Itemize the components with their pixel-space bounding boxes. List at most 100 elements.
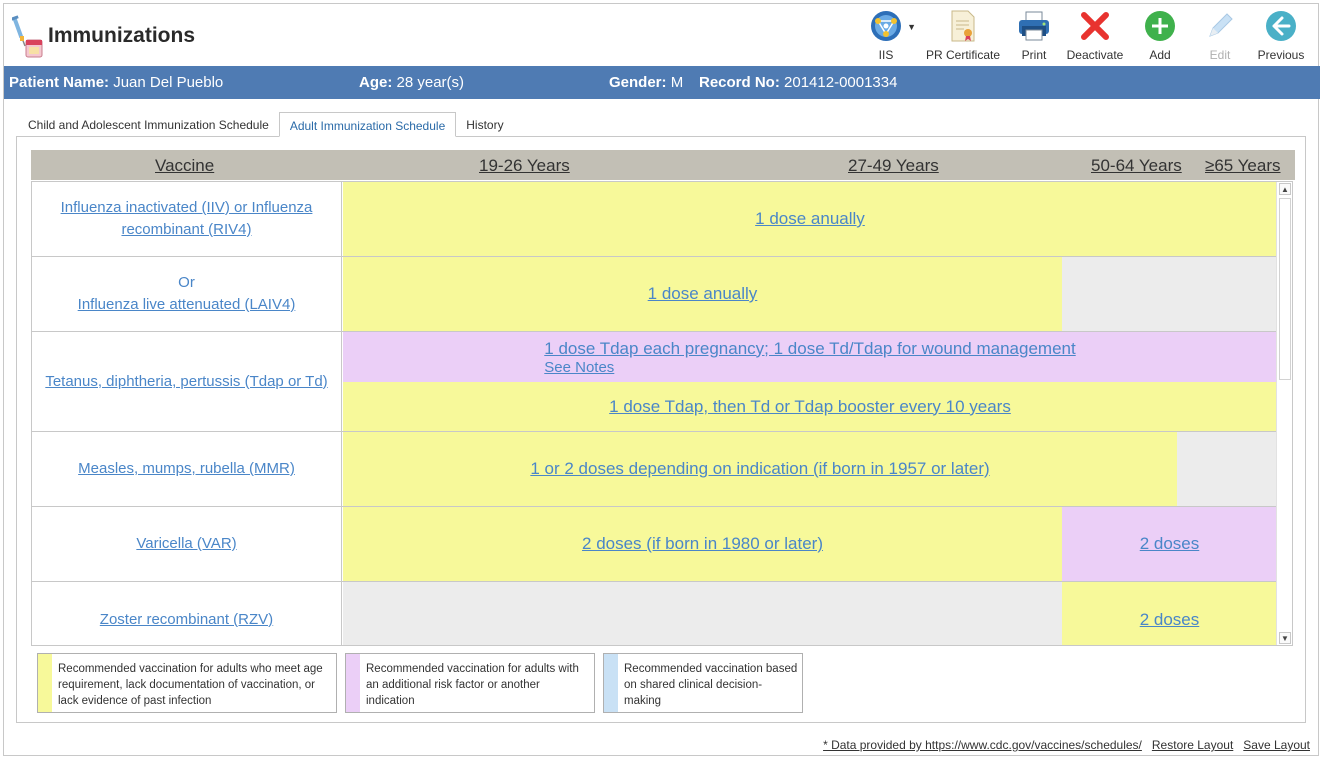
dose-band-risk: 1 dose Tdap each pregnancy; 1 dose Td/Td… [343, 332, 1277, 382]
dose-band-risk: 2 doses [1062, 507, 1277, 581]
syringe-vial-icon [11, 14, 44, 58]
dose-band: 2 doses [1062, 582, 1277, 645]
iis-label: IIS [878, 48, 894, 62]
legend-text: Recommended vaccination for adults who m… [58, 663, 323, 707]
patient-age: Age: 28 year(s) [359, 74, 465, 91]
legend-text: Recommended vaccination for adults with … [366, 663, 579, 707]
table-row: Influenza inactivated (IIV) or Influenza… [32, 182, 1277, 257]
dose-link[interactable]: 1 or 2 doses depending on indication (if… [530, 459, 989, 479]
dose-band: 1 dose Tdap, then Td or Tdap booster eve… [343, 382, 1277, 431]
not-applicable-band [1177, 432, 1277, 506]
print-label: Print [1021, 48, 1047, 62]
dose-band: 2 doses (if born in 1980 or later) [343, 507, 1062, 581]
header-50-64-years[interactable]: 50-64 Years [1091, 156, 1182, 176]
vaccine-link-tdap[interactable]: Tetanus, diphtheria, pertussis (Tdap or … [45, 371, 327, 393]
tab-child-adolescent-schedule[interactable]: Child and Adolescent Immunization Schedu… [18, 112, 279, 137]
tab-adult-schedule[interactable]: Adult Immunization Schedule [278, 112, 457, 137]
dose-link[interactable]: 1 dose anually [648, 284, 758, 304]
schedule-header-row: Vaccine 19-26 Years 27-49 Years 50-64 Ye… [31, 150, 1295, 180]
add-label: Add [1149, 48, 1171, 62]
dose-band: 1 dose anually [343, 257, 1062, 331]
page-title: Immunizations [48, 24, 196, 47]
table-row: Zoster recombinant (RZV) 2 doses [32, 582, 1277, 645]
edit-button[interactable]: Edit [1192, 8, 1248, 64]
print-button[interactable]: Print [1006, 8, 1062, 64]
header-27-49-years[interactable]: 27-49 Years [848, 156, 939, 176]
patient-info-bar: Patient Name: Juan Del Pueblo Age: 28 ye… [4, 66, 1320, 99]
certificate-icon [945, 8, 981, 44]
patient-name: Patient Name: Juan Del Pueblo [9, 74, 224, 91]
pr-certificate-label: PR Certificate [925, 48, 1001, 62]
legend-item-yellow: Recommended vaccination for adults who m… [37, 653, 337, 713]
not-applicable-band [1062, 257, 1277, 331]
dose-band-content: 1 dose Tdap each pregnancy; 1 dose Td/Td… [544, 339, 1075, 376]
vaccine-link-influenza-inactivated[interactable]: Influenza inactivated (IIV) or Influenza… [52, 197, 321, 241]
not-applicable-band [343, 582, 1062, 645]
header-vaccine[interactable]: Vaccine [155, 156, 214, 176]
legend-item-purple: Recommended vaccination for adults with … [345, 653, 595, 713]
restore-layout-link[interactable]: Restore Layout [1152, 738, 1233, 752]
patient-gender: Gender: M [609, 74, 684, 91]
printer-icon [1016, 8, 1052, 44]
vaccine-cell: Influenza inactivated (IIV) or Influenza… [32, 182, 342, 256]
pencil-icon [1202, 8, 1238, 44]
tab-history[interactable]: History [456, 112, 513, 137]
header-65-plus-years[interactable]: ≥65 Years [1205, 156, 1281, 176]
immunizations-window: Immunizations ▼ IIS PR Certificate Print… [3, 3, 1320, 756]
vaccine-cell: Or Influenza live attenuated (LAIV4) [32, 257, 342, 331]
header-19-26-years[interactable]: 19-26 Years [479, 156, 570, 176]
schedule-tabs: Child and Adolescent Immunization Schedu… [18, 112, 514, 137]
vaccine-cell: Tetanus, diphtheria, pertussis (Tdap or … [32, 332, 342, 431]
legend-item-blue: Recommended vaccination based on shared … [603, 653, 803, 713]
dose-link[interactable]: 2 doses [1140, 610, 1200, 630]
vertical-scrollbar[interactable]: ▲ ▼ [1276, 182, 1292, 645]
dose-link[interactable]: 1 dose Tdap each pregnancy; 1 dose Td/Td… [544, 339, 1075, 358]
table-row: Or Influenza live attenuated (LAIV4) 1 d… [32, 257, 1277, 332]
vaccine-cell: Measles, mumps, rubella (MMR) [32, 432, 342, 506]
red-x-icon [1077, 8, 1113, 44]
deactivate-label: Deactivate [1066, 48, 1124, 62]
dose-band: 1 dose anually [343, 182, 1277, 256]
header: Immunizations ▼ IIS PR Certificate Print… [4, 4, 1320, 66]
deactivate-button[interactable]: Deactivate [1062, 8, 1128, 64]
dose-band: 1 or 2 doses depending on indication (if… [343, 432, 1177, 506]
scrollbar-thumb[interactable] [1279, 198, 1291, 380]
add-button[interactable]: Add [1128, 8, 1192, 64]
schedule-panel: Vaccine 19-26 Years 27-49 Years 50-64 Ye… [16, 136, 1306, 723]
legend-swatch [604, 654, 618, 712]
vaccine-link-varicella[interactable]: Varicella (VAR) [136, 533, 236, 555]
dose-link[interactable]: 2 doses [1140, 534, 1200, 554]
cdc-source-link[interactable]: * Data provided by https://www.cdc.gov/v… [823, 738, 1142, 752]
table-row: Tetanus, diphtheria, pertussis (Tdap or … [32, 332, 1277, 432]
previous-label: Previous [1257, 48, 1305, 62]
dose-link[interactable]: 1 dose Tdap, then Td or Tdap booster eve… [609, 397, 1011, 417]
scroll-up-arrow-icon[interactable]: ▲ [1279, 183, 1291, 195]
vaccine-link-influenza-live[interactable]: Influenza live attenuated (LAIV4) [78, 294, 296, 316]
vaccine-cell: Varicella (VAR) [32, 507, 342, 581]
edit-label: Edit [1209, 48, 1231, 62]
plus-circle-icon [1142, 8, 1178, 44]
patient-record-number: Record No: 201412-0001334 [699, 74, 898, 91]
save-layout-link[interactable]: Save Layout [1243, 738, 1310, 752]
legend-swatch [346, 654, 360, 712]
scroll-down-arrow-icon[interactable]: ▼ [1279, 632, 1291, 644]
schedule-grid: Influenza inactivated (IIV) or Influenza… [31, 181, 1293, 646]
dose-link[interactable]: 1 dose anually [755, 209, 865, 229]
table-row: Varicella (VAR) 2 doses (if born in 1980… [32, 507, 1277, 582]
iis-button[interactable]: ▼ IIS [852, 8, 920, 64]
see-notes-link[interactable]: See Notes [544, 359, 1075, 376]
footer: * Data provided by https://www.cdc.gov/v… [823, 738, 1310, 752]
chevron-down-icon[interactable]: ▼ [907, 22, 916, 32]
pr-certificate-button[interactable]: PR Certificate [920, 8, 1006, 64]
legend-text: Recommended vaccination based on shared … [624, 663, 798, 707]
previous-button[interactable]: Previous [1248, 8, 1314, 64]
vaccine-link-zoster[interactable]: Zoster recombinant (RZV) [100, 609, 273, 631]
dose-link[interactable]: 2 doses (if born in 1980 or later) [582, 534, 823, 554]
table-row: Measles, mumps, rubella (MMR) 1 or 2 dos… [32, 432, 1277, 507]
vaccine-link-mmr[interactable]: Measles, mumps, rubella (MMR) [78, 458, 295, 480]
vaccine-cell: Zoster recombinant (RZV) [32, 582, 342, 645]
toolbar: ▼ IIS PR Certificate Print Deactivate Ad… [852, 8, 1314, 64]
network-globe-icon: ▼ [868, 8, 916, 44]
legend-swatch [38, 654, 52, 712]
back-arrow-icon [1263, 8, 1299, 44]
